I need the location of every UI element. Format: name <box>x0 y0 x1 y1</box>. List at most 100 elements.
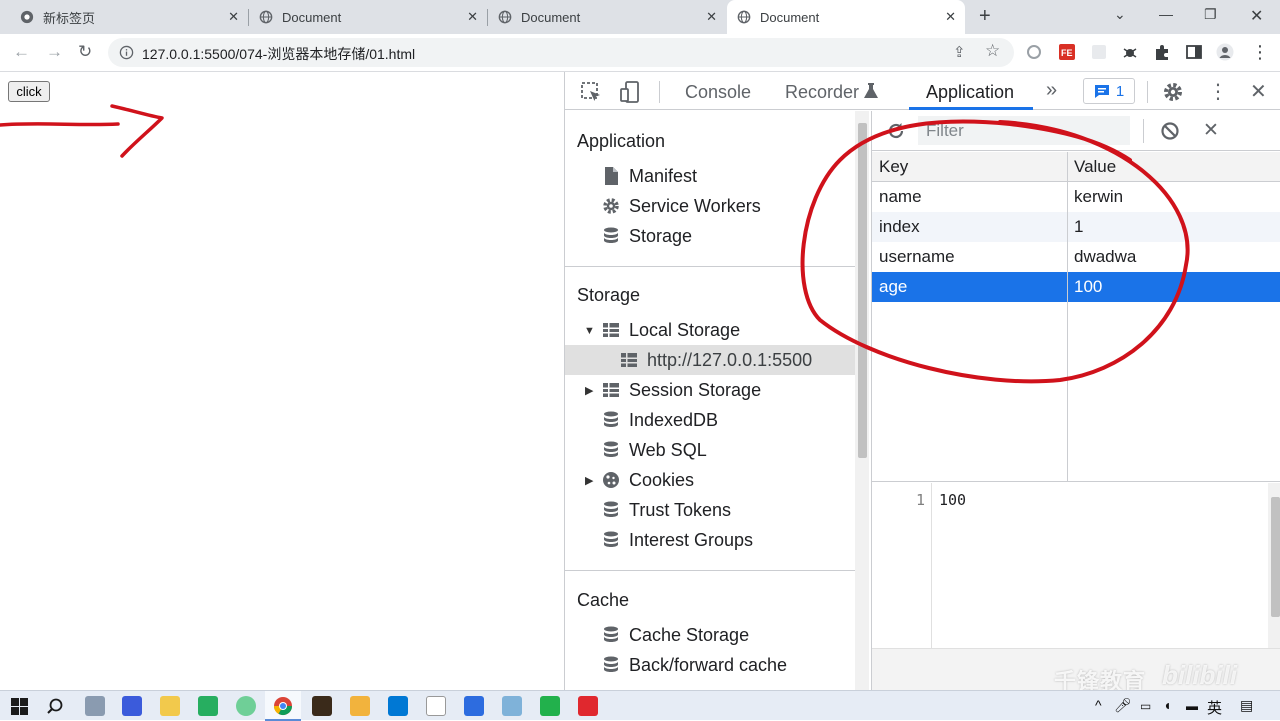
tab-console[interactable]: Console <box>685 82 751 103</box>
filter-input[interactable] <box>918 116 1130 145</box>
database-icon <box>604 441 618 457</box>
tab-recorder[interactable]: Recorder <box>785 82 859 103</box>
windows-start-icon[interactable] <box>11 698 28 715</box>
flask-icon <box>864 83 878 98</box>
app-blue-icon[interactable] <box>502 696 522 716</box>
extension-fe-icon[interactable]: FE <box>1058 43 1076 61</box>
sidebar-item-local-storage[interactable]: ▼ Local Storage <box>565 315 855 345</box>
battery-icon[interactable]: ▭ <box>1140 699 1151 713</box>
tray-chevron-icon[interactable]: ^ <box>1095 697 1102 713</box>
preview-value[interactable]: 100 <box>939 491 966 509</box>
inspect-element-icon[interactable] <box>579 80 603 104</box>
collapsed-triangle-icon[interactable]: ▶ <box>585 384 593 397</box>
preview-scrollbar-thumb[interactable] <box>1271 497 1280 617</box>
close-tab-icon[interactable]: ✕ <box>706 9 717 25</box>
sidebar-item-cookies[interactable]: ▶ Cookies <box>565 465 855 495</box>
minimize-icon[interactable]: — <box>1159 6 1173 22</box>
settings-gear-icon[interactable] <box>1161 80 1185 104</box>
browser-tab-document-1[interactable]: Document ✕ <box>249 0 487 34</box>
browser-tab-document-2[interactable]: Document ✕ <box>488 0 726 34</box>
extension-bug-icon[interactable] <box>1121 43 1139 61</box>
close-tab-icon[interactable]: ✕ <box>228 9 239 25</box>
bookmark-star-icon[interactable]: ☆ <box>985 41 1000 61</box>
volume-icon[interactable]: ◖ <box>1163 697 1171 713</box>
sidebar-item-indexeddb[interactable]: IndexedDB <box>565 405 855 435</box>
tab-application[interactable]: Application <box>926 82 1014 103</box>
app-image-icon[interactable] <box>464 696 484 716</box>
page-viewport: click <box>0 72 564 690</box>
network-icon[interactable]: ▬ <box>1186 699 1198 713</box>
file-explorer-icon[interactable] <box>350 696 370 716</box>
preview-scrollbar[interactable] <box>1268 483 1280 648</box>
camtasia-red-icon[interactable] <box>578 696 598 716</box>
sidebar-item-manifest[interactable]: Manifest <box>565 161 855 191</box>
close-tab-icon[interactable]: ✕ <box>945 9 956 25</box>
extension-circle-icon[interactable] <box>1025 43 1043 61</box>
devtools-panel: Console Recorder Application » 1 ⋮ ✕ App… <box>564 72 1280 690</box>
chrome-taskbar-icon[interactable] <box>273 696 293 716</box>
table-row-selected[interactable]: age 100 <box>872 272 1280 302</box>
reload-icon[interactable]: ↻ <box>78 42 92 62</box>
clear-all-icon[interactable] <box>1160 121 1180 141</box>
close-window-icon[interactable]: ✕ <box>1250 6 1263 26</box>
column-divider[interactable] <box>1067 152 1068 482</box>
device-toolbar-icon[interactable] <box>618 80 642 104</box>
row-value: dwadwa <box>1074 247 1137 266</box>
tab-search-icon[interactable]: ⌄ <box>1114 6 1126 23</box>
camtasia-green-icon[interactable] <box>540 696 560 716</box>
close-devtools-icon[interactable]: ✕ <box>1250 79 1267 104</box>
side-panel-icon[interactable] <box>1185 43 1203 61</box>
table-row[interactable]: username dwadwa <box>872 242 1280 272</box>
microphone-icon[interactable]: 🎤︎ <box>1114 697 1132 714</box>
collapsed-triangle-icon[interactable]: ▶ <box>585 474 593 487</box>
sidebar-scrollbar[interactable] <box>855 111 869 690</box>
ime-indicator[interactable]: 英 <box>1207 697 1222 718</box>
sidebar-item-storage[interactable]: Storage <box>565 221 855 251</box>
notification-icon[interactable]: ▤ <box>1240 697 1253 714</box>
new-tab-icon[interactable]: + <box>979 5 991 28</box>
sublime-icon[interactable] <box>312 696 332 716</box>
app-green-icon[interactable] <box>198 696 218 716</box>
app-folder-icon[interactable] <box>160 696 180 716</box>
info-icon[interactable] <box>119 45 134 60</box>
issues-counter-button[interactable]: 1 <box>1083 78 1135 104</box>
browser-tab-new[interactable]: 新标签页 ✕ <box>0 0 248 34</box>
task-view-icon[interactable] <box>85 696 105 716</box>
app-gear-green-icon[interactable] <box>236 696 256 716</box>
sidebar-item-label: Web SQL <box>629 439 707 460</box>
table-row[interactable]: index 1 <box>872 212 1280 242</box>
sidebar-item-cache-storage[interactable]: Cache Storage <box>565 620 855 650</box>
column-header-key[interactable]: Key <box>879 157 908 177</box>
extensions-puzzle-icon[interactable] <box>1153 43 1171 61</box>
sidebar-item-interest-groups[interactable]: Interest Groups <box>565 525 855 555</box>
app-p-icon[interactable] <box>122 696 142 716</box>
sidebar-item-web-sql[interactable]: Web SQL <box>565 435 855 465</box>
column-header-value[interactable]: Value <box>1074 157 1116 177</box>
sidebar-item-back-forward-cache[interactable]: Back/forward cache <box>565 650 855 680</box>
database-icon <box>604 411 618 427</box>
share-icon[interactable]: ⇪ <box>953 43 966 61</box>
more-tabs-chevron-icon[interactable]: » <box>1046 79 1057 102</box>
devtools-menu-icon[interactable]: ⋮ <box>1208 79 1228 104</box>
sidebar-scrollbar-thumb[interactable] <box>858 123 867 458</box>
profile-avatar-icon[interactable] <box>1216 43 1234 61</box>
back-icon[interactable]: ← <box>13 42 30 62</box>
sidebar-item-local-origin[interactable]: http://127.0.0.1:5500 <box>565 345 855 375</box>
expanded-triangle-icon[interactable]: ▼ <box>584 325 595 337</box>
delete-selected-icon[interactable]: ✕ <box>1203 119 1219 142</box>
browser-menu-icon[interactable]: ⋮ <box>1251 42 1269 63</box>
search-icon[interactable] <box>46 697 64 715</box>
sidebar-item-service-workers[interactable]: Service Workers <box>565 191 855 221</box>
table-row[interactable]: name kerwin <box>872 182 1280 212</box>
browser-tab-document-active[interactable]: Document ✕ <box>727 0 965 34</box>
app-t-icon[interactable] <box>426 696 446 716</box>
sidebar-item-session-storage[interactable]: ▶ Session Storage <box>565 375 855 405</box>
close-tab-icon[interactable]: ✕ <box>467 9 478 25</box>
forward-icon[interactable]: → <box>46 42 63 62</box>
refresh-icon[interactable] <box>886 121 906 141</box>
restore-icon[interactable]: ❐ <box>1204 6 1217 23</box>
vscode-icon[interactable] <box>388 696 408 716</box>
extension-blank-icon[interactable] <box>1090 43 1108 61</box>
address-bar[interactable]: 127.0.0.1:5500/074-浏览器本地存储/01.html ⇪ ☆ <box>108 38 1014 67</box>
sidebar-item-trust-tokens[interactable]: Trust Tokens <box>565 495 855 525</box>
